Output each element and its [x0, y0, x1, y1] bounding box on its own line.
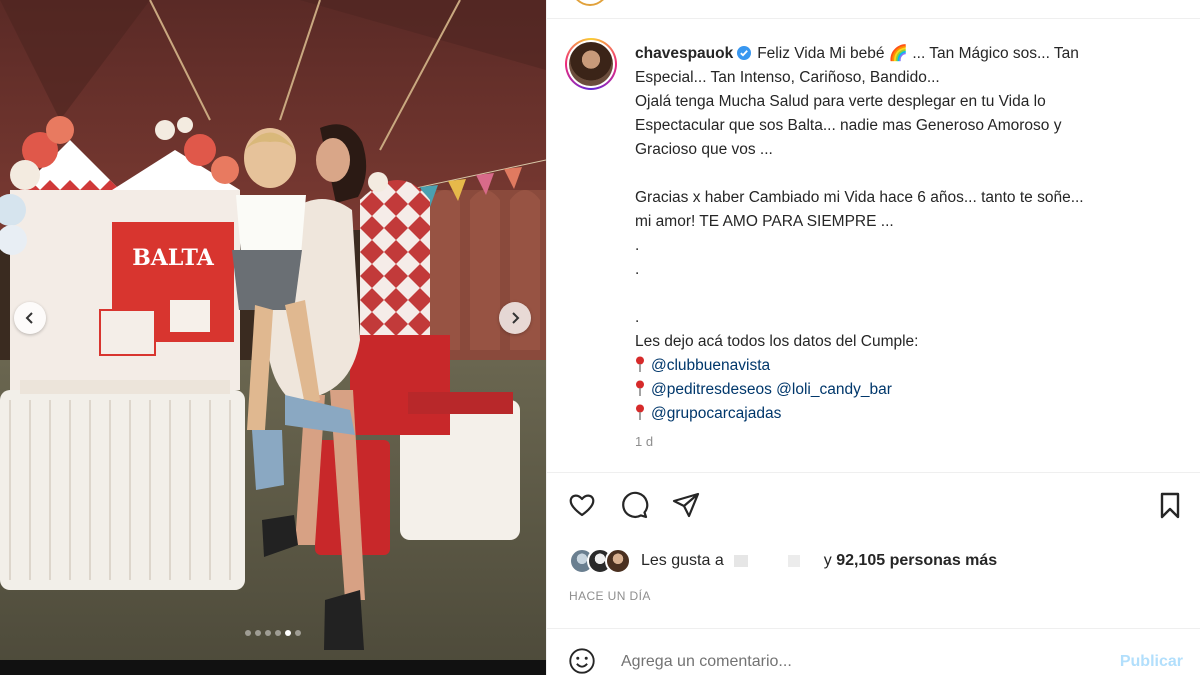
comment-divider	[547, 628, 1200, 629]
like-button[interactable]	[567, 490, 599, 522]
comment-box: Publicar	[547, 640, 1200, 675]
carousel-dot	[275, 630, 281, 636]
share-button[interactable]	[671, 490, 703, 522]
carousel-dot	[245, 630, 251, 636]
caption-line: mi amor! TE AMO PARA SIEMPRE ...	[635, 213, 894, 230]
post-date[interactable]: HACE UN DÍA	[569, 589, 651, 603]
carousel-next-button[interactable]	[499, 302, 531, 334]
header-divider	[547, 18, 1200, 19]
share-icon	[672, 492, 700, 518]
mention-link[interactable]: @clubbuenavista	[651, 357, 770, 374]
emoji-button[interactable]	[567, 646, 599, 675]
likes-count[interactable]: 92,105 personas más	[836, 552, 997, 569]
actions-divider	[547, 472, 1200, 473]
caption-line: Especial... Tan Intenso, Cariñoso, Bandi…	[635, 69, 940, 86]
caption-line: .	[635, 309, 640, 326]
party-photo-scene: BALTA	[0, 0, 546, 675]
caption-line: Gracioso que vos ...	[635, 141, 773, 158]
carousel-dot	[285, 630, 291, 636]
chevron-left-icon	[25, 312, 33, 324]
avatar-image	[569, 42, 613, 86]
header-avatar-ring[interactable]	[571, 0, 609, 6]
carousel-dot	[295, 630, 301, 636]
caption-line: Gracias x haber Cambiado mi Vida hace 6 …	[635, 189, 1084, 206]
caption-age: 1 d	[635, 434, 654, 449]
publish-button[interactable]: Publicar	[1120, 653, 1183, 671]
post-photo[interactable]: BALTA	[0, 0, 546, 675]
carousel-dots	[0, 630, 546, 636]
caption-line: .	[635, 237, 640, 254]
balta-sign-text: BALTA	[132, 245, 215, 271]
likes-prefix: Les gusta a	[641, 552, 724, 569]
likes-joiner: y	[823, 552, 832, 569]
pin-icon	[636, 380, 644, 396]
mention-link[interactable]: @loli_candy_bar	[776, 381, 892, 398]
blurred-liker-name[interactable]	[727, 554, 820, 567]
save-button[interactable]	[1155, 490, 1187, 522]
caption-line: Ojalá tenga Mucha Salud para verte despl…	[635, 93, 1046, 110]
comment-icon	[622, 491, 649, 519]
comment-button[interactable]	[619, 490, 651, 522]
caption-text: chavespauok Feliz Vida Mi bebé 🌈 ... Tan …	[635, 42, 1175, 454]
chevron-right-icon	[512, 312, 520, 324]
liker-avatar	[605, 548, 631, 574]
mention-link[interactable]: @grupocarcajadas	[651, 405, 781, 422]
likes-text: Les gusta a y 92,105 personas más	[641, 552, 997, 570]
caption-line: Les dejo acá todos los datos del Cumple:	[635, 333, 919, 350]
pin-icon	[636, 404, 644, 420]
mention-line: @peditresdeseos @loli_candy_bar	[635, 378, 1175, 402]
likes-row[interactable]: Les gusta a y 92,105 personas más	[569, 546, 997, 576]
comment-input[interactable]	[621, 648, 1091, 675]
avatar[interactable]	[565, 38, 617, 90]
mention-link[interactable]: @peditresdeseos	[651, 381, 772, 398]
heart-icon	[569, 494, 595, 517]
verified-icon	[737, 46, 752, 60]
carousel-dot	[255, 630, 261, 636]
caption-line: Espectacular que sos Balta... nadie mas …	[635, 117, 1062, 134]
mention-line: @grupocarcajadas	[635, 402, 1175, 426]
carousel-dot	[265, 630, 271, 636]
caption-line: Feliz Vida Mi bebé 🌈 ... Tan Mágico sos.…	[757, 45, 1079, 62]
post-details-panel: chavespauok Feliz Vida Mi bebé 🌈 ... Tan …	[546, 0, 1200, 675]
action-bar	[567, 490, 1187, 530]
emoji-icon	[569, 648, 595, 674]
photo-bottom-bar	[0, 660, 546, 675]
pin-icon	[636, 356, 644, 372]
caption-line: .	[635, 261, 640, 278]
carousel-prev-button[interactable]	[14, 302, 46, 334]
caption-first-line: chavespauok Feliz Vida Mi bebé 🌈 ... Tan …	[635, 42, 1175, 66]
bookmark-icon	[1160, 492, 1180, 519]
username-link[interactable]: chavespauok	[635, 45, 733, 62]
mention-line: @clubbuenavista	[635, 354, 1175, 378]
